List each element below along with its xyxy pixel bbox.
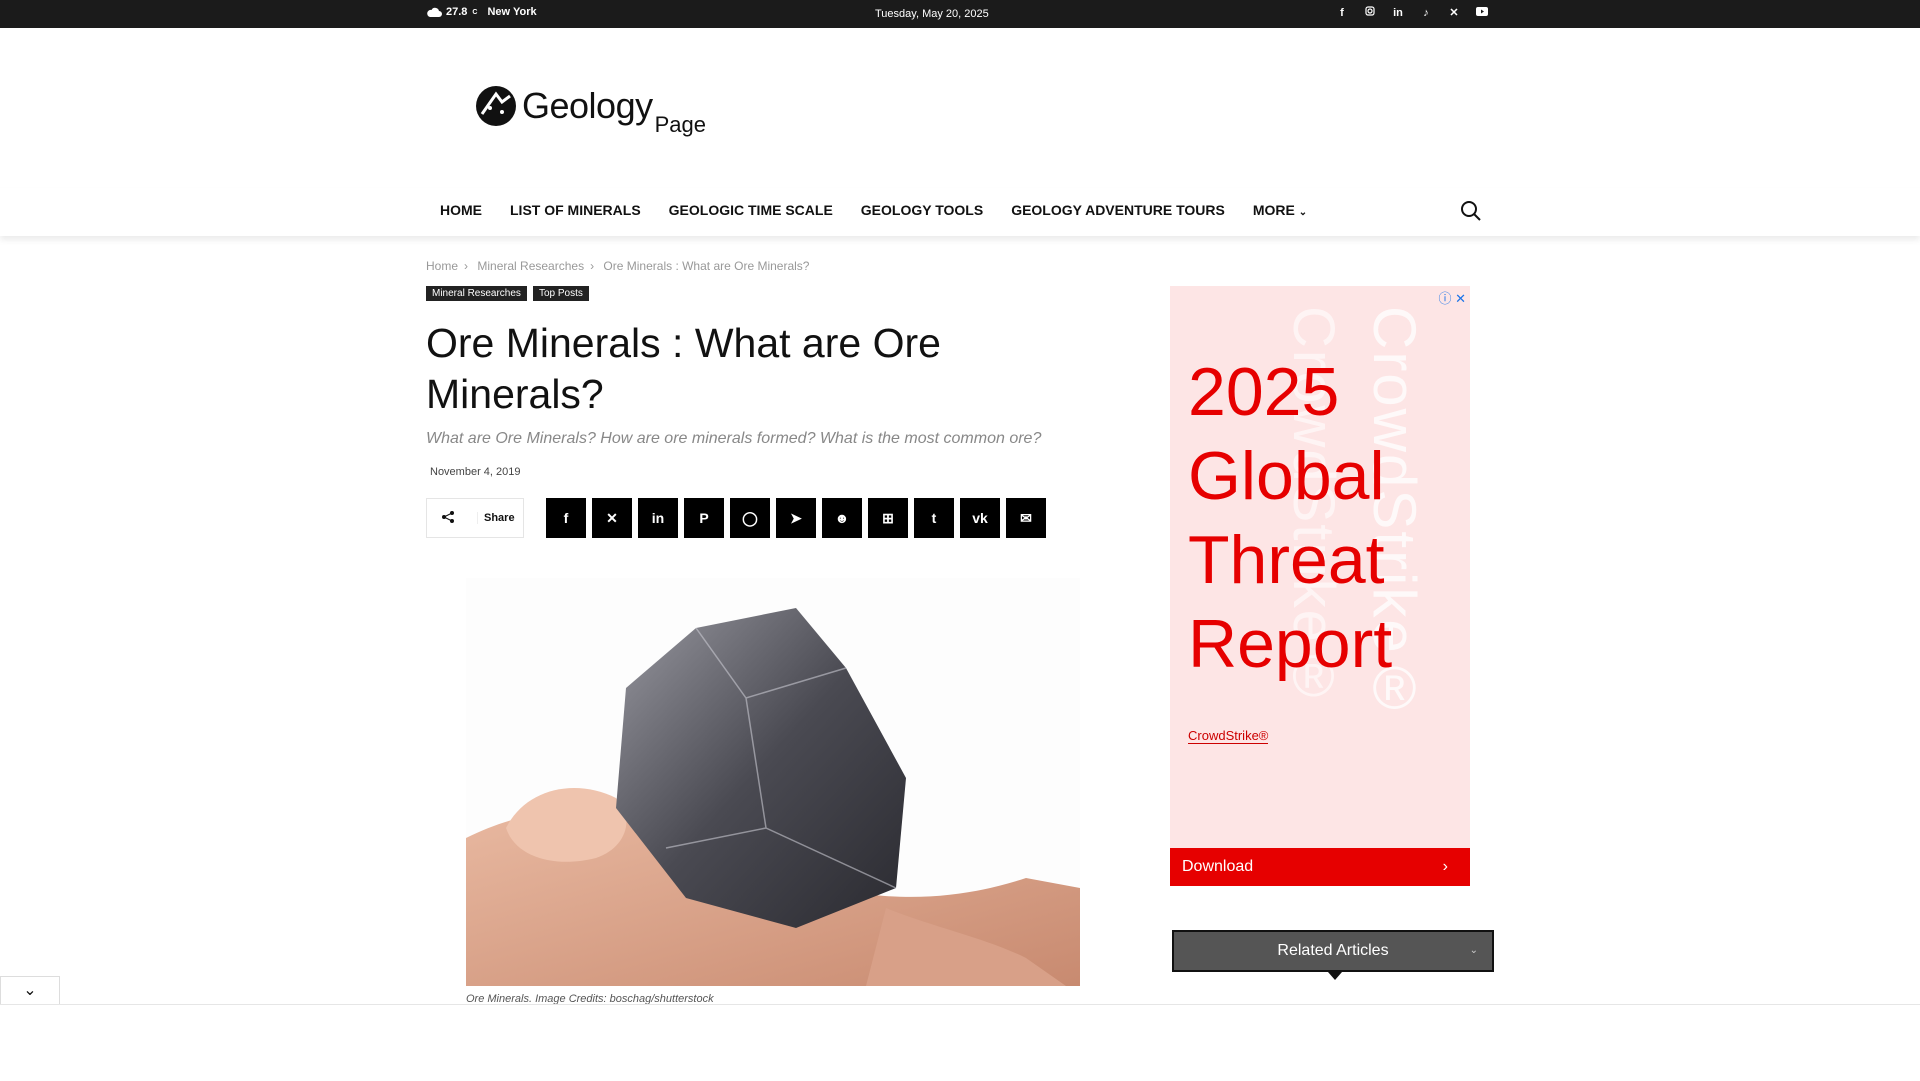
facebook-icon[interactable]: f — [546, 498, 586, 538]
share-icon — [441, 510, 457, 527]
share-button[interactable]: Share — [426, 498, 524, 538]
ad-download-button[interactable]: Download › — [1170, 848, 1470, 886]
dropdown-notch — [1328, 972, 1342, 980]
instagram-icon[interactable] — [1362, 5, 1378, 21]
related-articles-label: Related Articles — [1277, 942, 1389, 959]
x-icon[interactable]: ✕ — [1446, 5, 1462, 21]
breadcrumb-current: Ore Minerals : What are Ore Minerals? — [603, 259, 810, 273]
social-links: f in ♪ ✕ — [1334, 5, 1490, 21]
email-icon[interactable]: ✉ — [1006, 498, 1046, 538]
ad-headline: 2025 Global Threat Report — [1188, 354, 1393, 682]
search-icon[interactable] — [1460, 200, 1482, 222]
breadcrumb-home[interactable]: Home — [426, 259, 458, 273]
article-subtitle: What are Ore Minerals? How are ore miner… — [426, 430, 1042, 447]
chevron-down-icon: ⌄ — [1469, 945, 1478, 956]
reddit-icon[interactable]: ☻ — [822, 498, 862, 538]
logo-subtext: Page — [654, 112, 706, 137]
whatsapp-icon[interactable]: ◯ — [730, 498, 770, 538]
youtube-icon[interactable] — [1474, 5, 1490, 21]
share-label: Share — [477, 512, 515, 524]
breadcrumb: Home › Mineral Researches › Ore Minerals :… — [426, 259, 810, 273]
publish-date: November 4, 2019 — [430, 466, 521, 478]
telegram-icon[interactable]: ➤ — [776, 498, 816, 538]
linkedin-icon[interactable]: in — [638, 498, 678, 538]
main-navigation: HOME LIST OF MINERALS GEOLOGIC TIME SCAL… — [0, 188, 1920, 236]
linkedin-icon[interactable]: in — [1390, 5, 1406, 21]
share-icons: f ✕ in P ◯ ➤ ☻ ⊞ t vk ✉ — [546, 498, 1046, 538]
ad-info-icon[interactable]: ⓘ ✕ — [1438, 288, 1466, 307]
category-tag[interactable]: Top Posts — [532, 286, 589, 301]
chevron-right-icon: › — [1442, 858, 1448, 875]
chevron-down-icon: ⌄ — [1298, 207, 1308, 218]
ad-download-label: Download — [1182, 858, 1254, 875]
temperature: 27.8 — [446, 6, 468, 18]
tumblr-icon[interactable]: t — [914, 498, 954, 538]
nav-item-more[interactable]: MORE ⌄ — [1253, 202, 1307, 218]
article-title: Ore Minerals : What are Ore Minerals? — [426, 320, 941, 417]
nav-item-list-of-minerals[interactable]: LIST OF MINERALS — [510, 202, 641, 218]
nav-item-geology-adventure-tours[interactable]: GEOLOGY ADVENTURE TOURS — [1011, 202, 1225, 218]
vk-icon[interactable]: vk — [960, 498, 1000, 538]
site-logo[interactable]: Geology Page — [474, 84, 706, 137]
nav-item-home[interactable]: HOME — [440, 202, 482, 218]
bottom-ad-bar — [0, 1004, 1920, 1081]
chevron-down-icon: ⌄ — [23, 982, 37, 999]
cloud-icon — [427, 7, 442, 17]
category-tags: Mineral Researches Top Posts — [426, 286, 589, 301]
collapse-ad-button[interactable]: ⌄ — [0, 976, 60, 1005]
logo-globe-icon — [476, 86, 516, 126]
temperature-unit: C — [472, 8, 478, 16]
nav-item-geologic-time-scale[interactable]: GEOLOGIC TIME SCALE — [669, 202, 833, 218]
pinterest-icon[interactable]: P — [684, 498, 724, 538]
facebook-icon[interactable]: f — [1334, 5, 1350, 21]
advertisement[interactable]: CrowdStrike® CrowdStrike® ⓘ ✕ 2025 Globa… — [1170, 286, 1470, 886]
flipboard-icon[interactable]: ⊞ — [868, 498, 908, 538]
breadcrumb-category[interactable]: Mineral Researches — [477, 259, 584, 273]
top-bar: 27.8 C New York Tuesday, May 20, 2025 f i… — [0, 0, 1920, 28]
nav-item-geology-tools[interactable]: GEOLOGY TOOLS — [861, 202, 983, 218]
category-tag[interactable]: Mineral Researches — [426, 286, 527, 301]
article-image — [466, 578, 1080, 986]
weather-widget: 27.8 C New York — [426, 6, 537, 18]
ad-brand-link[interactable]: CrowdStrike® — [1188, 728, 1269, 744]
x-icon[interactable]: ✕ — [592, 498, 632, 538]
current-date: Tuesday, May 20, 2025 — [875, 8, 989, 20]
related-articles-dropdown[interactable]: Related Articles ⌄ — [1172, 930, 1494, 980]
tiktok-icon[interactable]: ♪ — [1418, 5, 1434, 21]
city: New York — [487, 6, 537, 18]
logo-text: Geology — [522, 85, 653, 126]
nav-item-more-label: MORE — [1252, 202, 1295, 218]
